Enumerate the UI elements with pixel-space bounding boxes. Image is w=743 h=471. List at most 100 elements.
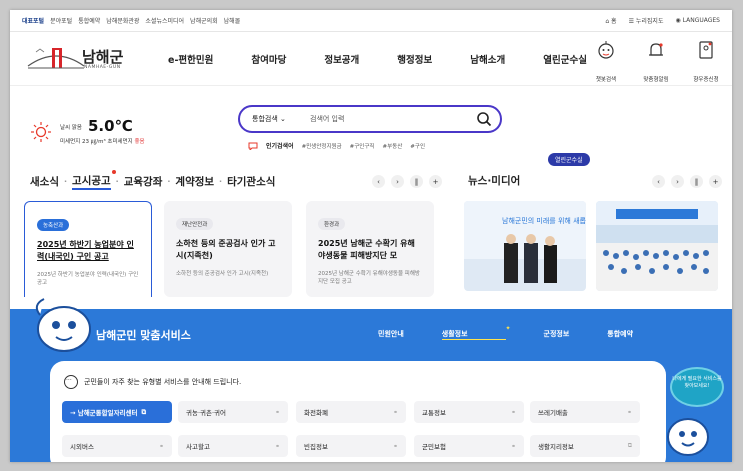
prev-icon[interactable]: ‹ — [652, 175, 665, 188]
link-icon: ⚭ — [510, 408, 516, 416]
notice-card[interactable]: 농축산과 2025년 하반기 농업분야 인력(내국인) 구인 공고 2025년 … — [24, 201, 152, 297]
globe-icon: ◉ — [675, 17, 683, 24]
media-title: 뉴스·미디어 — [468, 175, 521, 187]
search-bar: 통합검색 ⌄ 검색어 입력 — [238, 105, 502, 133]
util-link-social-media[interactable]: 소셜뉴스미디어 — [145, 16, 184, 25]
quick-links: 챗봇검색 맞춤형알림 향우증신청 — [590, 40, 722, 85]
service-title: 남해군민 맞춤서비스 — [96, 329, 191, 342]
util-link-main-portal[interactable]: 대표포털 — [22, 16, 44, 25]
tab-separator: · — [63, 177, 68, 186]
media-photo-1[interactable]: 남해군민의 미래를 위해 새롭게 도약하다 — [464, 201, 586, 291]
tab-notice[interactable]: 고시공고 — [72, 170, 116, 190]
utility-bar: 대표포털 분야포털 통합예약 남해문화관광 소셜뉴스미디어 남해군의회 남해몰 … — [10, 10, 732, 32]
press-photo: 남해군민의 미래를 위해 새롭게 도약하다 — [464, 201, 586, 291]
media-controls: ‹ › ‖ + — [652, 175, 722, 188]
service-item[interactable]: 생활지리정보 ⧉ — [530, 435, 640, 457]
tab-separator: · — [115, 177, 119, 186]
main-nav: e-편한민원 참여마당 정보공개 행정정보 남해소개 열린군수실 — [168, 52, 625, 66]
nav-admin-info[interactable]: 행정정보 — [397, 52, 432, 66]
service-tab-civil[interactable]: 민원안내 — [378, 329, 404, 340]
quick-id-card[interactable]: 향우증신청 — [690, 40, 722, 85]
tab-separator: · — [167, 177, 171, 186]
util-link-reservation[interactable]: 통합예약 — [78, 16, 100, 25]
service-tab-life[interactable]: 생활정보 ✦ — [441, 325, 511, 340]
tab-news[interactable]: 새소식 — [30, 174, 59, 189]
prev-icon[interactable]: ‹ — [372, 175, 385, 188]
popular-term[interactable]: #부동산 — [383, 142, 403, 150]
bridge-logo-icon — [27, 48, 85, 69]
tab-other-agency[interactable]: 타기관소식 — [227, 174, 275, 189]
quick-alerts[interactable]: 맞춤형알림 — [640, 40, 672, 85]
nav-e-civil[interactable]: e-편한민원 — [168, 52, 213, 66]
notice-card[interactable]: 환경과 2025년 남해군 수확기 유해야생동물 피해방지단 모 2025년 남… — [306, 201, 434, 297]
tab-education[interactable]: 교육강좌 — [124, 174, 163, 189]
language-link[interactable]: ◉ LANGUAGES — [675, 17, 720, 24]
plus-icon[interactable]: + — [709, 175, 722, 188]
chatbot-icon — [598, 41, 614, 59]
service-tabs: 민원안내 생활정보 ✦ 군정정보 통합예약 — [378, 325, 671, 340]
util-link-mall[interactable]: 남해몰 — [224, 16, 241, 25]
card-title: 소하천 등의 준공검사 인가 고시(지족천) — [176, 239, 276, 260]
popular-term[interactable]: #민생안정지원금 — [302, 142, 342, 150]
notice-card[interactable]: 재난안전과 소하천 등의 준공검사 인가 고시(지족천) 소하천 등의 준공검사… — [164, 201, 292, 297]
nav-about[interactable]: 남해소개 — [470, 52, 505, 66]
helper-bubble[interactable]: 나에게 필요한 서비스를 찾아보세요! — [670, 367, 724, 407]
external-link-icon: ⧉ — [627, 442, 632, 449]
card-desc: 소하천 등의 준공검사 인가 고시(지족천) — [176, 271, 269, 277]
popular-term[interactable]: #구인 — [410, 142, 425, 150]
pause-icon[interactable]: ‖ — [690, 175, 703, 188]
service-panel: 군민들이 자주 찾는 유형별 서비스를 안내해 드립니다. → 남해군통합일자리… — [50, 361, 666, 462]
popular-label: 인기검색어 — [266, 143, 294, 150]
util-link-council[interactable]: 남해군의회 — [190, 16, 218, 25]
speech-bubble-icon — [64, 375, 78, 389]
service-item[interactable]: 쓰레기배출 ⚭ — [530, 401, 640, 423]
service-item-job-center[interactable]: → 남해군통합일자리센터 ⧉ — [62, 401, 172, 423]
popular-term[interactable]: #구인구직 — [350, 142, 375, 150]
service-tab-admin[interactable]: 군정정보 — [544, 329, 570, 340]
service-item[interactable]: 귀농·귀촌·귀어 ⚭ — [178, 401, 288, 423]
media-photo-2[interactable] — [596, 201, 718, 291]
search-icon[interactable] — [476, 111, 492, 127]
helper-mascot-icon — [667, 418, 709, 456]
sitemap-link[interactable]: ☰ 누리집지도 — [629, 16, 664, 25]
service-item[interactable]: 사고할고 ⚭ — [178, 435, 288, 457]
mayor-office-tag[interactable]: 열린군수실 — [548, 153, 590, 166]
chevron-down-icon: ⌄ — [280, 115, 286, 123]
util-link-tourism[interactable]: 남해문화관광 — [106, 16, 139, 25]
util-link-field-portal[interactable]: 분야포털 — [50, 16, 72, 25]
news-section: 새소식 · 고시공고 · 교육강좌 · 계약정보 · 타기관소식 ‹ › ‖ +… — [10, 167, 732, 309]
news-controls: ‹ › ‖ + — [372, 175, 442, 188]
tab-contract[interactable]: 계약정보 — [175, 174, 214, 189]
utility-links: 대표포털 분야포털 통합예약 남해문화관광 소셜뉴스미디어 남해군의회 남해몰 — [22, 16, 240, 25]
plus-icon[interactable]: + — [429, 175, 442, 188]
link-icon: ⚭ — [274, 408, 280, 416]
link-icon: ⚭ — [158, 442, 164, 450]
quick-chatbot[interactable]: 챗봇검색 — [590, 40, 622, 85]
service-tab-reservation[interactable]: 통합예약 — [607, 329, 633, 340]
service-item[interactable]: 화전화폐 ⚭ — [296, 401, 406, 423]
site-header: 남해군 NAMHAE-GUN e-편한민원 참여마당 정보공개 행정정보 남해소… — [10, 32, 732, 86]
pause-icon[interactable]: ‖ — [410, 175, 423, 188]
service-item[interactable]: 빈집정보 ⚭ — [296, 435, 406, 457]
sitemap-icon: ☰ — [628, 18, 636, 25]
nav-disclosure[interactable]: 정보공개 — [324, 52, 359, 66]
active-dot — [111, 170, 116, 174]
home-link[interactable]: ⌂ 홈 — [605, 16, 616, 25]
temperature: 5.0℃ — [88, 117, 133, 135]
service-item[interactable]: 군민보험 ⚭ — [414, 435, 524, 457]
next-icon[interactable]: › — [671, 175, 684, 188]
search-scope-select[interactable]: 통합검색 ⌄ — [252, 114, 286, 124]
browser-page: 대표포털 분야포털 통합예약 남해문화관광 소셜뉴스미디어 남해군의회 남해몰 … — [10, 10, 732, 462]
weather-label: 날씨 맑음 — [60, 125, 82, 131]
search-input[interactable]: 검색어 입력 — [310, 114, 344, 124]
nav-participation[interactable]: 참여마당 — [251, 52, 286, 66]
dust-info: 미세먼지 23 ㎍/m³ 초미세먼지 좋음 — [60, 139, 145, 145]
next-icon[interactable]: › — [391, 175, 404, 188]
external-link-icon: ⧉ — [141, 407, 147, 416]
service-item[interactable]: 시외버스 ⚭ — [62, 435, 172, 457]
service-item[interactable]: 교통정보 ⚭ — [414, 401, 524, 423]
tab-separator: · — [219, 177, 223, 186]
nav-mayor-office[interactable]: 열린군수실 — [543, 52, 587, 66]
card-badge: 환경과 — [318, 218, 346, 230]
logo-subtitle: NAMHAE-GUN — [84, 65, 121, 70]
